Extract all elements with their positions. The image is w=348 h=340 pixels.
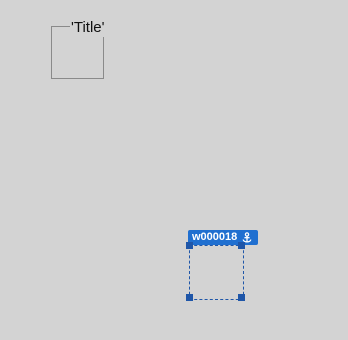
groupbox-title: 'Title' <box>70 19 106 37</box>
selected-widget-outline[interactable] <box>189 245 244 300</box>
selected-widget-tag[interactable]: w000018 <box>188 230 259 245</box>
resize-handle-top-left[interactable] <box>186 242 193 249</box>
resize-handle-bottom-right[interactable] <box>238 294 245 301</box>
selected-widget-id: w000018 <box>192 231 238 243</box>
resize-handle-bottom-left[interactable] <box>186 294 193 301</box>
resize-handle-top-right[interactable] <box>238 242 245 249</box>
